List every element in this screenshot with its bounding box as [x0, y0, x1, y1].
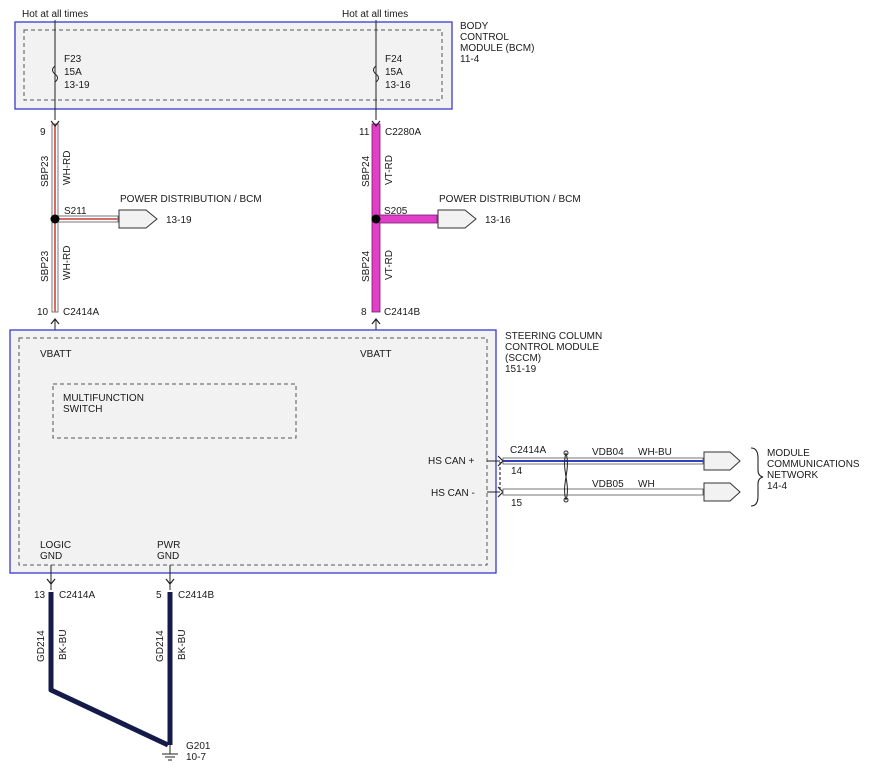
- left-dest-label: POWER DISTRIBUTION / BCM: [120, 194, 262, 205]
- can-color-plus: WH-BU: [638, 447, 672, 458]
- right-color-upper: VT-RD: [384, 155, 395, 185]
- can-plus-connector-icon: [703, 451, 741, 471]
- bcm-name-line2: CONTROL: [460, 32, 509, 43]
- ground-point-ref: 10-7: [186, 752, 206, 763]
- left-color-lower: WH-RD: [62, 246, 73, 280]
- network-name-line1: MODULE: [767, 448, 810, 459]
- bcm-box: [14, 21, 453, 110]
- multifunction-switch-line1: MULTIFUNCTION: [63, 393, 144, 404]
- can-pin-plus: 14: [511, 466, 523, 477]
- ground-left-color: BK-BU: [58, 629, 69, 660]
- left-pin-top: 9: [40, 127, 46, 138]
- bcm-name-line4: 11-4: [460, 54, 480, 65]
- hot-at-all-times-right: Hot at all times: [342, 9, 408, 20]
- sccm-vbatt-left: VBATT: [40, 349, 71, 360]
- ground-left-circuit: GD214: [36, 630, 47, 662]
- right-connector-bottom: C2414B: [384, 307, 420, 318]
- can-minus-connector-icon: [703, 482, 741, 502]
- left-circuit-upper: SBP23: [40, 155, 51, 187]
- network-brace-icon: [750, 447, 764, 507]
- sccm-box: [9, 329, 497, 574]
- dest-13-19-connector-icon: [118, 209, 158, 229]
- hot-at-all-times-left: Hot at all times: [22, 9, 88, 20]
- left-color-upper: WH-RD: [62, 151, 73, 185]
- fuse-f24-name: F24: [385, 54, 403, 65]
- left-dest-ref: 13-19: [166, 215, 192, 226]
- ground-right-circuit: GD214: [155, 630, 166, 662]
- sccm-pwr-gnd-line2: GND: [157, 551, 179, 562]
- sccm-hs-can-minus: HS CAN -: [431, 488, 475, 499]
- right-circuit-lower: SBP24: [361, 250, 372, 282]
- fuse-f23-name: F23: [64, 54, 82, 65]
- splice-s211-label: S211: [64, 206, 87, 217]
- ground-left-pin: 13: [34, 590, 46, 601]
- ground-symbol-icon: [162, 745, 178, 761]
- ground-right-connector: C2414B: [178, 590, 214, 601]
- network-name-line3: NETWORK: [767, 470, 818, 481]
- right-circuit-upper: SBP24: [361, 155, 372, 187]
- wiring-diagram: Hot at all times Hot at all times BODY C…: [9, 9, 860, 763]
- splice-s205-label: S205: [384, 206, 408, 217]
- fuse-f23-rating: 15A: [64, 67, 82, 78]
- sccm-vbatt-right: VBATT: [360, 349, 391, 360]
- ground-right-pin: 5: [156, 590, 162, 601]
- wire-vdb04-wh-bu: [502, 457, 704, 465]
- can-circuit-minus: VDB05: [592, 479, 624, 490]
- can-color-minus: WH: [638, 479, 655, 490]
- network-name-line4: 14-4: [767, 481, 787, 492]
- right-color-lower: VT-RD: [384, 250, 395, 280]
- bcm-name-line1: BODY: [460, 21, 489, 32]
- network-name-line2: COMMUNICATIONS: [767, 459, 860, 470]
- right-dest-label: POWER DISTRIBUTION / BCM: [439, 194, 581, 205]
- splice-s211-dot: [50, 214, 60, 224]
- left-circuit-lower: SBP23: [40, 250, 51, 282]
- multifunction-switch-line2: SWITCH: [63, 404, 102, 415]
- bcm-name-line3: MODULE (BCM): [460, 43, 534, 54]
- right-pin-top: 11: [359, 127, 370, 138]
- sccm-name-line3: (SCCM): [505, 353, 541, 364]
- sccm-name-line1: STEERING COLUMN: [505, 331, 602, 342]
- fuse-f24-rating: 15A: [385, 67, 403, 78]
- ground-right-color: BK-BU: [177, 629, 188, 660]
- splice-s205-dot: [371, 214, 381, 224]
- sccm-logic-gnd-line2: GND: [40, 551, 62, 562]
- dest-13-16-connector-icon: [437, 209, 477, 229]
- sccm-name-line4: 151-19: [505, 364, 537, 375]
- sccm-hs-can-plus: HS CAN +: [428, 456, 475, 467]
- right-pin-bottom: 8: [361, 307, 367, 318]
- right-connector-top: C2280A: [385, 127, 421, 138]
- fuse-f24-ref: 13-16: [385, 80, 411, 91]
- sccm-name-line2: CONTROL MODULE: [505, 342, 599, 353]
- can-pin-minus: 15: [511, 498, 523, 509]
- can-circuit-plus: VDB04: [592, 447, 624, 458]
- sccm-pwr-gnd-line1: PWR: [157, 540, 180, 551]
- ground-point: G201: [186, 741, 211, 752]
- wire-gd214-bk-bu: [48, 592, 173, 748]
- can-connector: C2414A: [510, 445, 546, 456]
- fuse-f23-ref: 13-19: [64, 80, 90, 91]
- ground-left-connector: C2414A: [59, 590, 95, 601]
- sccm-logic-gnd-line1: LOGIC: [40, 540, 71, 551]
- left-connector-bottom: C2414A: [63, 307, 99, 318]
- left-pin-bottom: 10: [37, 307, 49, 318]
- right-dest-ref: 13-16: [485, 215, 511, 226]
